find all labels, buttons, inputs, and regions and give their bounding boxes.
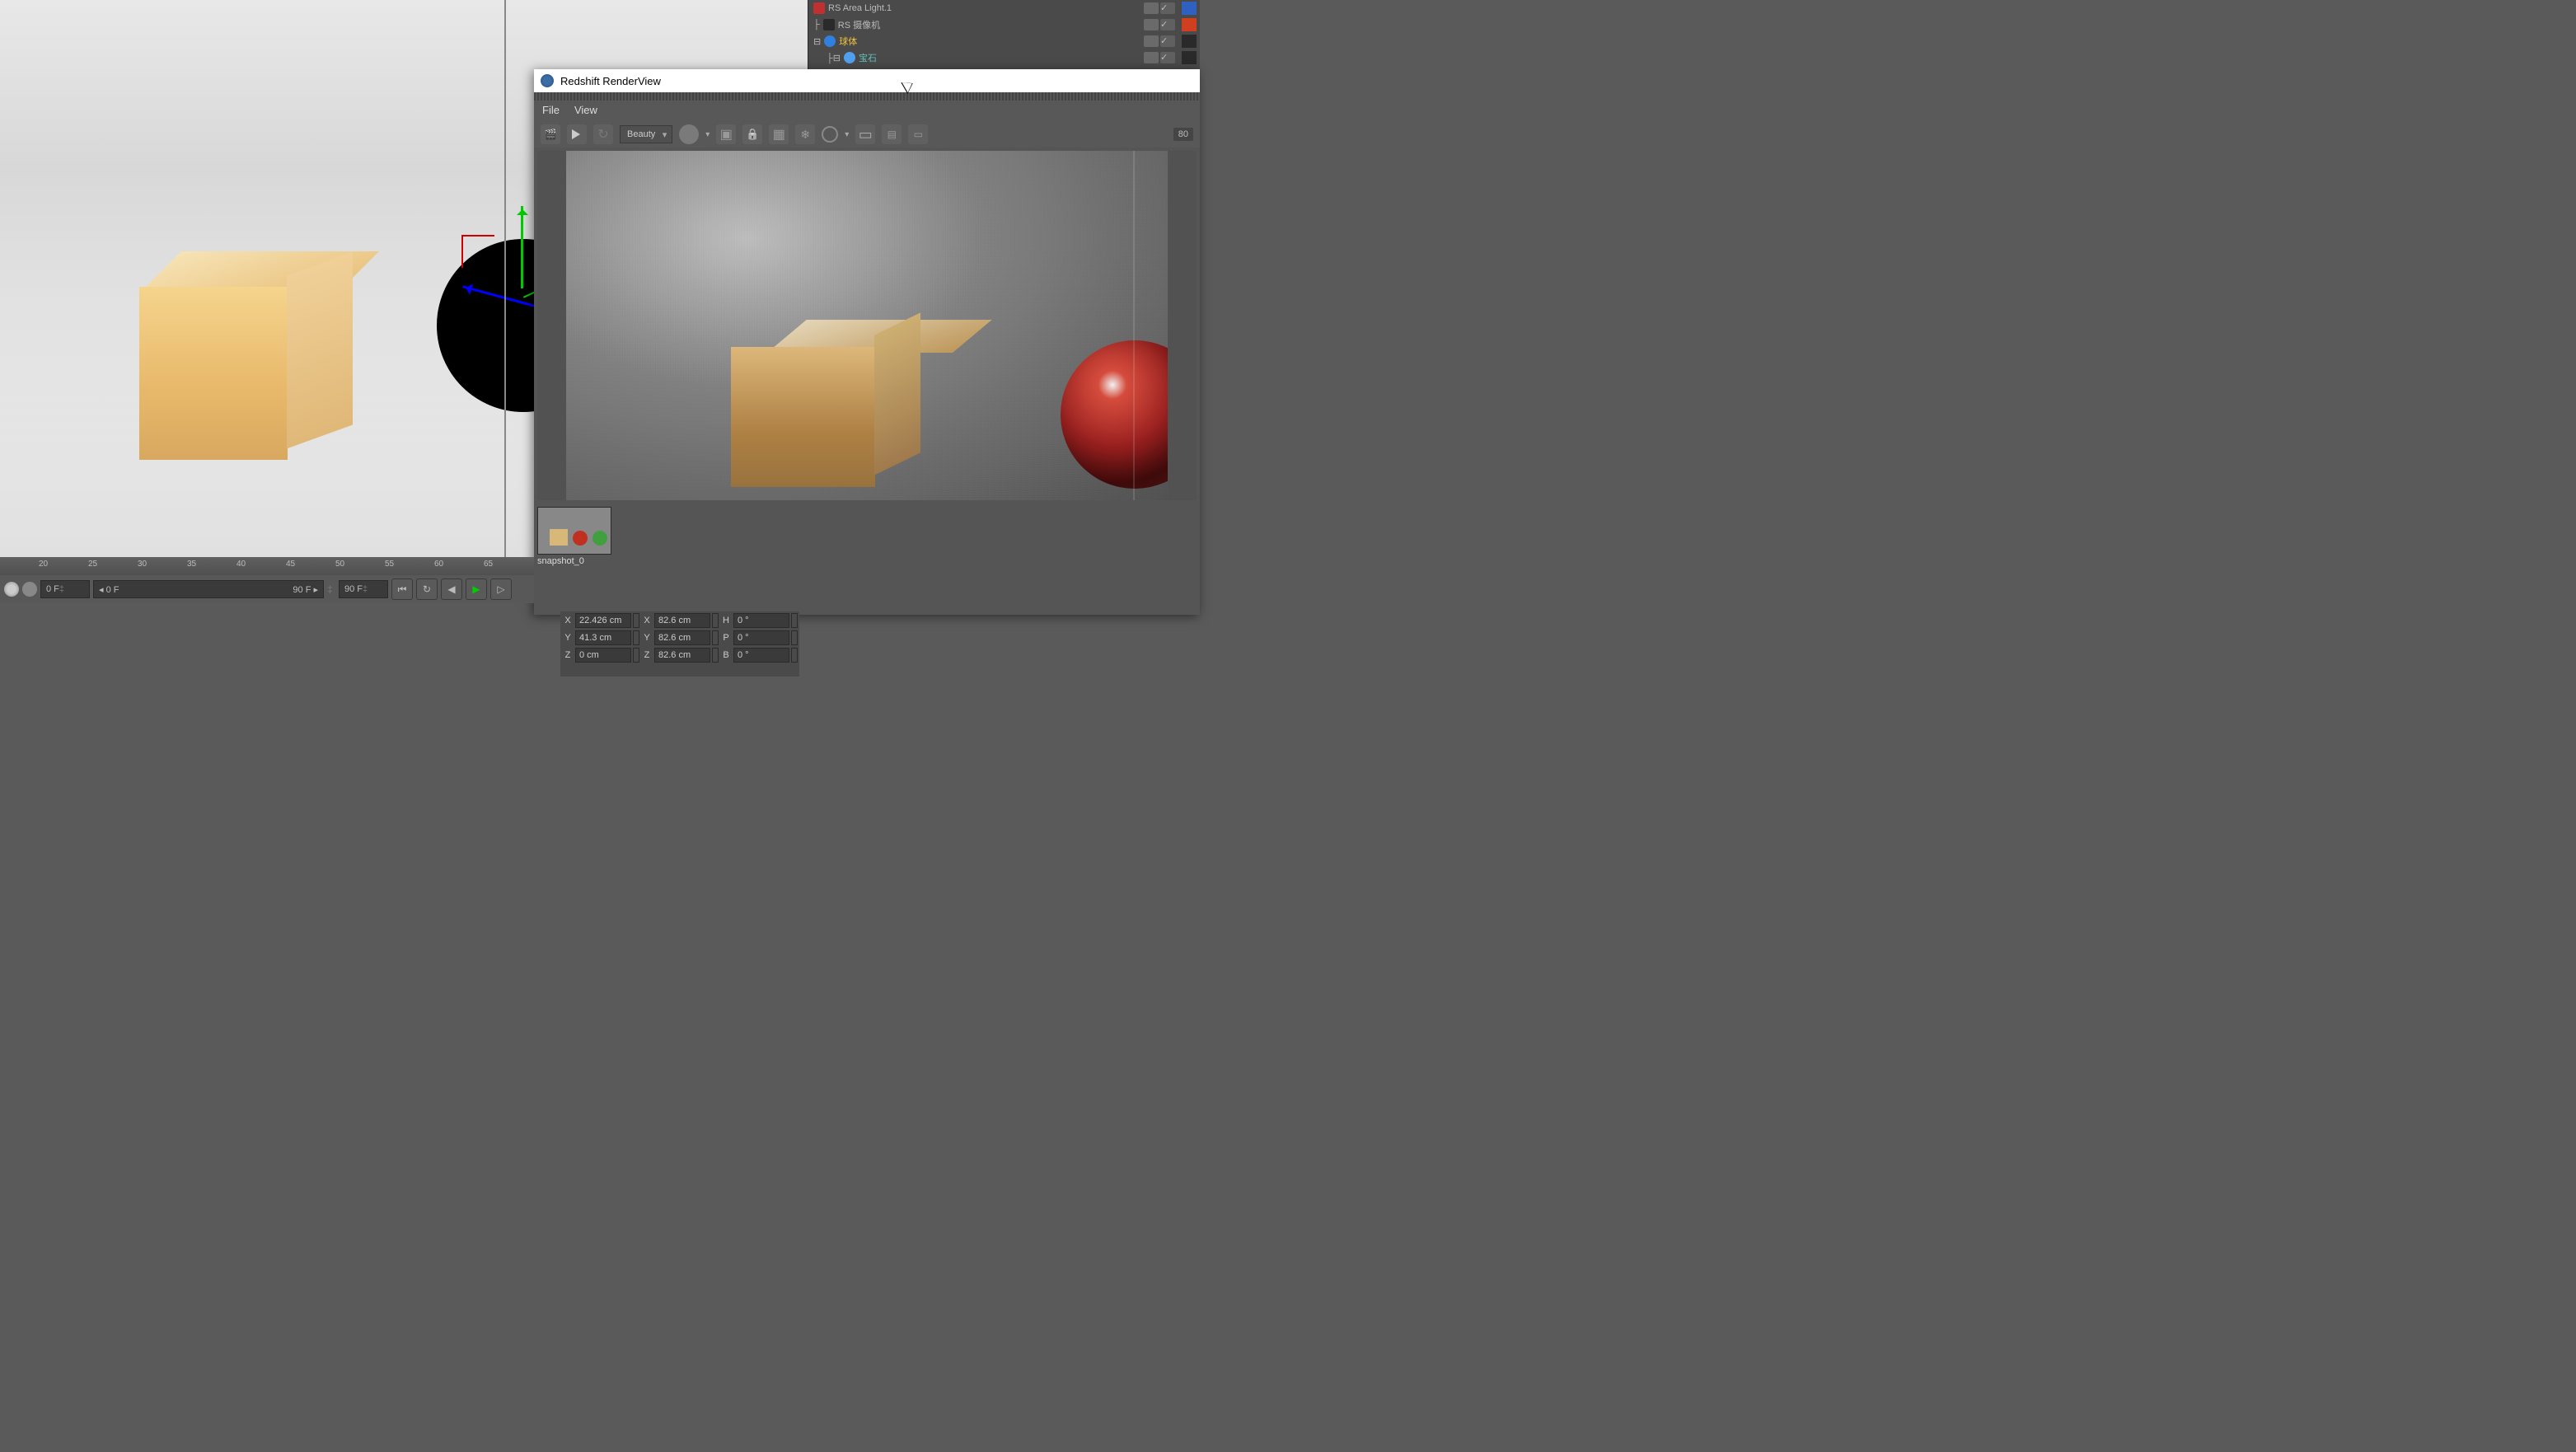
coord-row-z: Z 0 cm Z 82.6 cm B 0 ° [560,646,799,663]
render-play-button[interactable] [567,124,587,144]
timeline-panel: 20 25 30 35 40 45 50 55 60 65 0 F‡ ◂ 0 F… [0,557,534,603]
denoise-icon[interactable] [795,124,815,144]
tick: 45 [286,560,295,569]
light-icon [813,2,825,14]
dropdown-arrow-icon[interactable]: ▾ [845,130,849,139]
timeline-ruler[interactable]: 20 25 30 35 40 45 50 55 60 65 [0,557,534,575]
sphere-icon [824,35,836,47]
object-row[interactable]: RS Area Light.1 ✓ [808,0,1200,16]
loop-button[interactable]: ↻ [416,578,438,600]
go-to-start-button[interactable]: ⏮ [391,578,413,600]
pos-y-field[interactable]: 41.3 cm [575,630,631,645]
aov-select[interactable]: Beauty [620,125,672,143]
tick: 25 [88,560,97,569]
rot-h-field[interactable]: 0 ° [733,613,789,628]
crop-icon[interactable] [716,124,736,144]
coord-row-y: Y 41.3 cm Y 82.6 cm P 0 ° [560,629,799,646]
object-name: 宝石 [859,51,877,64]
circle-icon[interactable] [822,126,838,143]
coord-row-x: X 22.426 cm X 82.6 cm H 0 ° [560,611,799,629]
object-manager[interactable]: RS Area Light.1 ✓ ├ RS 摄像机 ✓ ⊟ 球体 ✓ ├⊟ 宝… [808,0,1200,71]
menu-file[interactable]: File [542,104,560,116]
start-frame-field[interactable]: 0 F‡ [40,580,90,598]
size-y-field[interactable]: 82.6 cm [654,630,710,645]
window-title: Redshift RenderView [560,75,661,87]
settings-icon[interactable] [22,582,37,597]
redshift-logo-icon [541,74,554,87]
next-frame-button[interactable]: ▷ [490,578,512,600]
dropdown-arrow-icon[interactable]: ▾ [705,130,710,139]
snapshot-item[interactable]: snapshot_0 [537,507,613,566]
lock-icon[interactable] [742,124,762,144]
end-frame-field[interactable]: 90 F‡ [339,580,388,598]
grid-icon[interactable] [769,124,789,144]
range-field[interactable]: ◂ 0 F 90 F ▸ [93,580,324,598]
gem-icon [844,52,855,63]
tick: 35 [187,560,196,569]
object-name: 球体 [839,35,857,48]
coordinates-panel: X 22.426 cm X 82.6 cm H 0 ° Y 41.3 cm Y … [560,611,799,677]
snapshot-strip: snapshot_0 [534,500,1200,569]
redshift-renderview-window[interactable]: Redshift RenderView File View 🎬 Beauty ▾… [534,69,1200,615]
tick: 40 [237,560,246,569]
tick: 65 [484,560,493,569]
clapper-icon[interactable]: 🎬 [541,124,560,144]
window-grip[interactable] [534,92,1200,101]
filter-icon[interactable] [679,124,699,144]
renderview-toolbar: 🎬 Beauty ▾ ▾ ▤ ▭ 80 [534,121,1200,148]
menu-view[interactable]: View [574,104,597,116]
rot-p-field[interactable]: 0 ° [733,630,789,645]
range-start: 0 F [106,585,119,595]
progress-readout: 80 [1173,128,1193,141]
pos-z-field[interactable]: 0 cm [575,648,631,663]
compare-icon[interactable]: ▤ [882,124,902,144]
viewport-cube-object[interactable] [119,247,326,470]
renderview-menubar: File View [534,101,1200,121]
render-output-area[interactable] [537,151,1197,500]
tick: 60 [434,560,443,569]
window-titlebar[interactable]: Redshift RenderView [534,69,1200,92]
object-name: RS Area Light.1 [828,3,892,13]
picture-icon[interactable]: ▭ [908,124,928,144]
rendered-sphere [1061,340,1168,489]
tick: 20 [39,560,48,569]
tick: 50 [335,560,344,569]
play-button[interactable]: ▶ [466,578,487,600]
object-name: RS 摄像机 [838,18,880,31]
snapshot-label: snapshot_0 [537,555,613,566]
tick: 55 [385,560,394,569]
snapshot-thumbnail[interactable] [537,507,611,555]
size-x-field[interactable]: 82.6 cm [654,613,710,628]
camera-icon [823,19,835,30]
object-row[interactable]: ⊟ 球体 ✓ [808,33,1200,49]
refresh-button[interactable] [593,124,613,144]
object-row[interactable]: ├ RS 摄像机 ✓ [808,16,1200,33]
compare-divider[interactable] [1133,151,1135,500]
tick: 30 [138,560,147,569]
object-row[interactable]: ├⊟ 宝石 ✓ [808,49,1200,66]
light-toggle-icon[interactable] [4,582,19,597]
rot-b-field[interactable]: 0 ° [733,648,789,663]
axis-label: X [562,616,574,625]
image-a-icon[interactable] [855,124,875,144]
size-z-field[interactable]: 82.6 cm [654,648,710,663]
prev-frame-button[interactable]: ◀ [441,578,462,600]
range-end: 90 F [293,585,311,595]
rendered-cube [731,316,920,489]
pos-x-field[interactable]: 22.426 cm [575,613,631,628]
